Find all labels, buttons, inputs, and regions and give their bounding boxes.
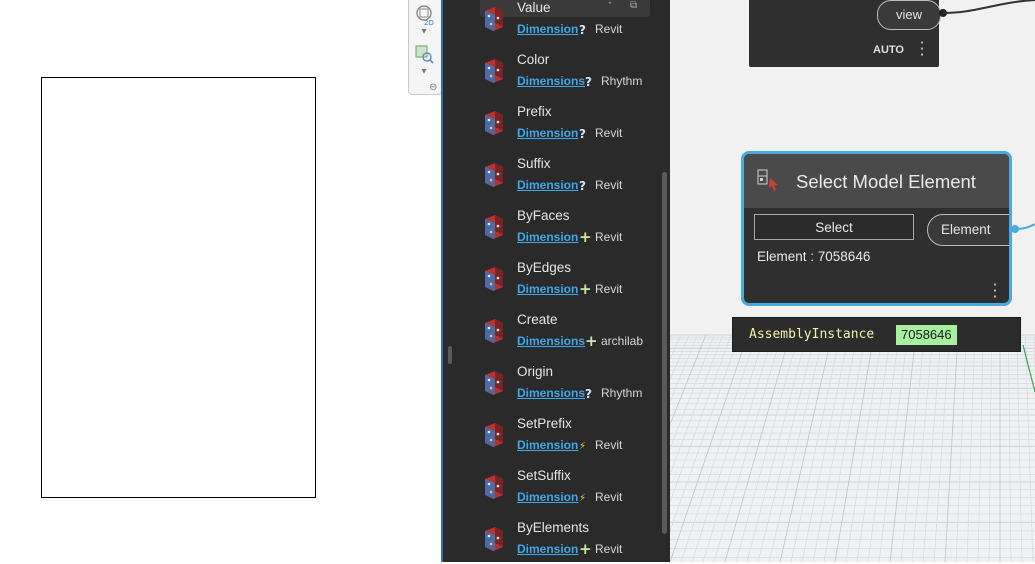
revit-node-icon [485, 423, 503, 447]
library-item-category-link[interactable]: Dimension [517, 490, 578, 504]
library-item-package: Revit [595, 490, 623, 504]
library-item-package: archilab [601, 334, 644, 348]
library-scrollbar-thumb[interactable] [662, 172, 667, 534]
query-type-icon: ? [579, 23, 586, 37]
library-item[interactable]: Color Dimensions? Rhythm [443, 44, 660, 96]
library-item-category-link[interactable]: Dimensions [517, 386, 585, 400]
library-item-title: Value [517, 0, 551, 15]
revit-node-icon [485, 527, 503, 551]
library-item-title: ByElements [517, 520, 590, 535]
library-item-package: Rhythm [601, 386, 643, 400]
library-item-package: Revit [595, 230, 623, 244]
connector-wire [939, 0, 1035, 17]
preview-value: 7058646 [896, 325, 957, 345]
library-item-category-link[interactable]: Dimension [517, 126, 578, 140]
revit-node-icon [485, 319, 503, 343]
library-item-title: Color [517, 52, 550, 67]
select-button[interactable]: Select [754, 214, 914, 240]
library-item-title: Origin [517, 364, 554, 379]
library-item-title: Prefix [517, 104, 552, 119]
library-item-package: Revit [595, 178, 623, 192]
library-item-title: Create [517, 312, 558, 327]
query-type-icon: ? [585, 387, 592, 401]
library-item-package: Revit [595, 126, 623, 140]
select-model-element-node[interactable]: Select Model Element Select Element Elem… [741, 151, 1012, 306]
zoom-icon [415, 45, 434, 64]
view-toolbar: 2D ▾ ▾ ⊖ [408, 0, 442, 95]
library-item-category-link[interactable]: Dimensions [517, 74, 585, 88]
library-item[interactable]: Value Dimension? Revit [443, 0, 660, 44]
library-item-category-link[interactable]: Dimension [517, 542, 578, 556]
library-item-package: Rhythm [601, 74, 643, 88]
selected-element-readout: Element : 7058646 [757, 249, 871, 264]
query-type-icon: ? [585, 75, 592, 89]
library-item[interactable]: Create Dimensions + archilab [443, 304, 660, 356]
node-title: Select Model Element [796, 171, 976, 192]
library-item-package: Revit [595, 22, 623, 36]
query-type-icon: ? [579, 179, 586, 193]
library-item[interactable]: ByEdges Dimension + Revit [443, 252, 660, 304]
revit-node-icon [485, 215, 503, 239]
node-header[interactable]: Select Model Element [744, 154, 1009, 208]
library-item-package: Revit [595, 438, 623, 452]
settings-small-icon[interactable]: ⊖ [429, 82, 437, 93]
library-item[interactable]: SetPrefix Dimension ⚡ Revit [443, 408, 660, 460]
library-item-title: ByFaces [517, 208, 570, 223]
create-type-icon: + [585, 332, 598, 350]
library-item[interactable]: ByFaces Dimension + Revit [443, 200, 660, 252]
library-item-title: SetPrefix [517, 416, 572, 431]
select-cursor-icon [757, 169, 778, 191]
sheet-frame [41, 77, 316, 498]
library-item[interactable]: ByElements Dimension + Revit [443, 512, 660, 564]
library-item-title: ByEdges [517, 260, 572, 275]
library-item-category-link[interactable]: Dimension [517, 230, 578, 244]
preview-type: AssemblyInstance [749, 327, 875, 342]
library-item-category-link[interactable]: Dimension [517, 282, 578, 296]
node-preview-bubble: AssemblyInstance 7058646 [732, 317, 1021, 352]
revit-node-icon [485, 111, 503, 135]
library-item-category-link[interactable]: Dimension [517, 438, 578, 452]
svg-text:2D: 2D [424, 19, 434, 25]
action-type-icon: ⚡ [579, 441, 587, 452]
action-type-icon: ⚡ [579, 493, 587, 504]
revit-node-icon [485, 475, 503, 499]
zoom-region-button[interactable] [413, 43, 435, 68]
view-2d-button[interactable]: 2D [413, 3, 435, 28]
library-item[interactable]: Prefix Dimension? Revit [443, 96, 660, 148]
revit-node-icon [485, 7, 503, 31]
library-item[interactable]: SetSuffix Dimension ⚡ Revit [443, 460, 660, 512]
query-type-icon: ? [579, 127, 586, 141]
library-item-package: Revit [595, 542, 623, 556]
library-item-title: SetSuffix [517, 468, 571, 483]
library-item-category-link[interactable]: Dimension [517, 178, 578, 192]
output-port-view[interactable]: view [877, 0, 941, 30]
chevron-down-icon[interactable]: ▾ [413, 26, 435, 37]
create-type-icon: + [579, 280, 592, 298]
create-type-icon: + [579, 228, 592, 246]
run-mode-label: AUTO [873, 44, 904, 56]
library-item[interactable]: Origin Dimensions? Rhythm [443, 356, 660, 408]
library-item-category-link[interactable]: Dimensions [517, 334, 585, 348]
connector-wire [1012, 223, 1035, 233]
create-type-icon: + [579, 540, 592, 558]
revit-node-icon [485, 163, 503, 187]
library-item-package: Revit [595, 282, 623, 296]
more-options-icon[interactable]: · · · [918, 35, 926, 63]
output-port-element[interactable]: Element [927, 214, 1009, 246]
revit-node-icon [485, 371, 503, 395]
library-item[interactable]: Suffix Dimension? Revit [443, 148, 660, 200]
more-options-icon[interactable]: · · · [991, 277, 999, 304]
library-item-category-link[interactable]: Dimension [517, 22, 578, 36]
revit-node-icon [485, 267, 503, 291]
view-2d-icon: 2D [416, 5, 434, 27]
revit-node-icon [485, 59, 503, 83]
library-item-title: Suffix [517, 156, 551, 171]
chevron-down-icon[interactable]: ▾ [413, 66, 435, 77]
